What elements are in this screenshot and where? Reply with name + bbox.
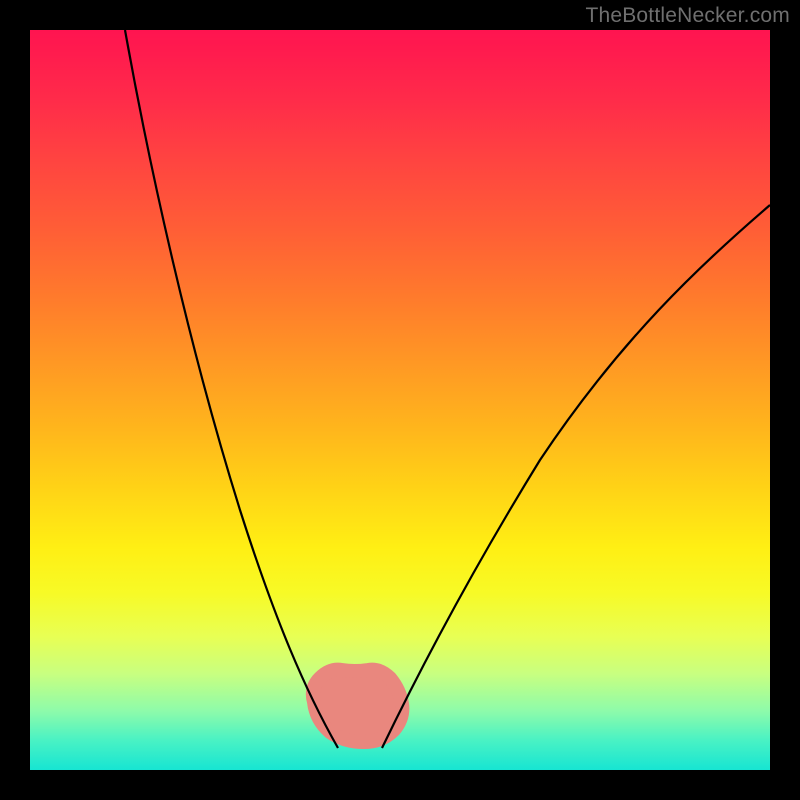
chart-svg	[30, 30, 770, 770]
plot-area	[30, 30, 770, 770]
highlight-blob	[313, 670, 402, 742]
watermark-text: TheBottleNecker.com	[585, 4, 790, 28]
chart-frame: TheBottleNecker.com	[0, 0, 800, 800]
right-curve	[382, 205, 770, 748]
left-curve	[125, 30, 338, 748]
